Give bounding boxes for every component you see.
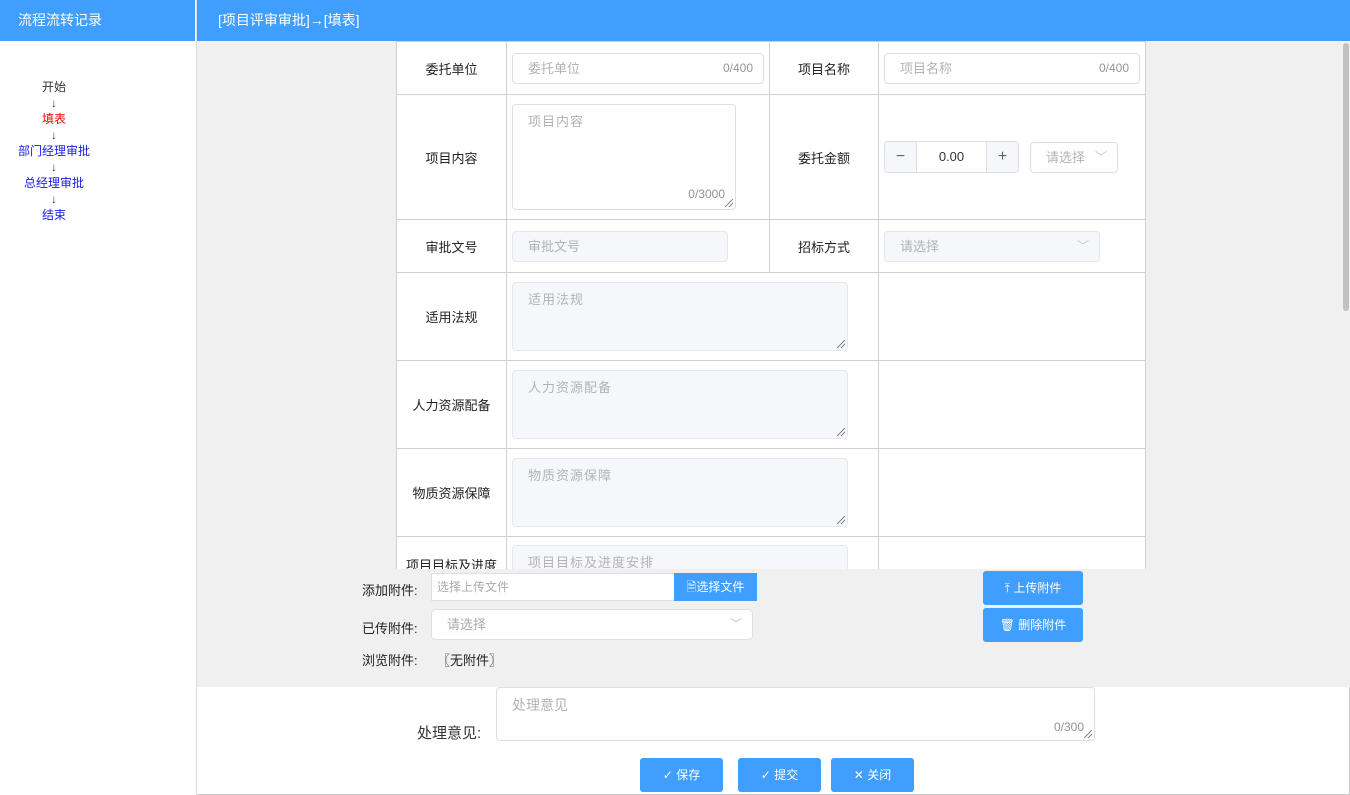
delete-attachment-button[interactable]: 🗑 删除附件: [983, 608, 1083, 642]
flow-step-start: 开始: [41, 80, 66, 94]
upload-icon: ⤒: [1004, 581, 1010, 595]
save-label: 保存: [676, 768, 701, 782]
check-icon: ✓: [662, 768, 673, 782]
placeholder-text: 请选择: [447, 617, 487, 632]
placeholder-text: 审批文号: [528, 238, 581, 254]
down-arrow-icon: ↓: [51, 160, 57, 174]
file-icon: 🗎: [686, 580, 697, 594]
resize-grip-icon[interactable]: [1084, 730, 1092, 738]
amount-stepper[interactable]: − 0.00 +: [884, 141, 1019, 173]
placeholder-text: 人力资源配备: [528, 380, 613, 395]
close-icon: ✕: [853, 768, 864, 782]
close-label: 关闭: [867, 768, 892, 782]
upload-attachment-button[interactable]: ⤒ 上传附件: [983, 571, 1083, 605]
regulations-textarea[interactable]: 适用法规: [512, 282, 848, 351]
browse-attachment-label: 浏览附件:: [362, 653, 418, 668]
sidebar: 流程流转记录 开始 ↓ 填表 ↓ 部门经理审批 ↓ 总经理审批 ↓ 结束: [0, 0, 197, 795]
opinion-label: 处理意见:: [417, 725, 482, 742]
file-input[interactable]: 选择上传文件: [431, 573, 675, 601]
placeholder-text: 请选择: [900, 238, 940, 254]
page-title: [项目评审审批]→[填表]: [197, 0, 1350, 41]
project-content-label: 项目内容: [396, 94, 507, 220]
resize-grip-icon[interactable]: [837, 428, 845, 436]
placeholder-text: 处理意见: [512, 697, 568, 713]
browse-attachment-value: 〖无附件〗: [437, 653, 503, 668]
resize-grip-icon[interactable]: [725, 199, 733, 207]
sidebar-title: 流程流转记录: [0, 0, 196, 41]
amount-label: 委托金额: [769, 94, 879, 220]
regulations-label: 适用法规: [396, 272, 507, 361]
flow-step-general-manager: 总经理审批: [23, 176, 84, 190]
attachments-panel: 添加附件: 选择上传文件 🗎选择文件 已传附件: 请选择 ﹀ 浏览附件: 〖无附…: [197, 569, 1350, 687]
minus-button[interactable]: −: [885, 142, 917, 172]
approval-no-input[interactable]: 审批文号: [512, 230, 728, 262]
char-count: 0/3000: [688, 187, 725, 201]
project-name-input[interactable]: 项目名称 0/400: [884, 52, 1140, 84]
chevron-down-icon: ﹀: [1076, 238, 1089, 253]
submit-button[interactable]: ✓ 提交: [738, 758, 821, 792]
add-attachment-label: 添加附件:: [362, 583, 418, 598]
client-unit-label: 委托单位: [396, 41, 507, 95]
char-count: 0/400: [1098, 60, 1129, 75]
resize-grip-icon[interactable]: [837, 340, 845, 348]
choose-file-label: 选择文件: [696, 580, 745, 594]
chevron-down-icon: ﹀: [1094, 149, 1107, 164]
upload-attachment-label: 上传附件: [1013, 581, 1062, 595]
form-table: 委托单位 委托单位 0/400 项目名称 项目名称 0/400 项目内容 项目内…: [396, 41, 1146, 569]
down-arrow-icon: ↓: [51, 192, 57, 206]
main-panel: [项目评审审批]→[填表] 委托单位 委托单位 0/400 项目名称 项目名称: [197, 0, 1350, 795]
uploaded-attachment-label: 已传附件:: [362, 621, 418, 636]
down-arrow-icon: ↓: [51, 128, 57, 142]
scrollbar-thumb[interactable]: [1343, 43, 1349, 311]
form-scroll-area: 委托单位 委托单位 0/400 项目名称 项目名称 0/400 项目内容 项目内…: [197, 41, 1342, 569]
opinion-textarea[interactable]: 处理意见 0/300: [496, 687, 1095, 741]
placeholder-text: 项目目标及进度安排: [528, 555, 655, 569]
placeholder-text: 物质资源保障: [528, 468, 613, 483]
bidding-method-label: 招标方式: [769, 219, 879, 273]
placeholder-text: 适用法规: [528, 292, 585, 307]
scrollbar[interactable]: [1342, 41, 1350, 569]
submit-label: 提交: [774, 768, 799, 782]
delete-attachment-label: 删除附件: [1018, 618, 1067, 632]
goals-textarea[interactable]: 项目目标及进度安排: [512, 545, 848, 569]
amount-value[interactable]: 0.00: [917, 142, 986, 172]
placeholder-text: 项目内容: [528, 114, 585, 129]
goals-label: 项目目标及进度: [396, 536, 507, 569]
amount-unit-select[interactable]: 请选择 ﹀: [1030, 141, 1118, 173]
plus-button[interactable]: +: [986, 142, 1018, 172]
flow-step-fill-form: 填表: [41, 112, 66, 126]
placeholder-text: 请选择: [1046, 149, 1086, 165]
resize-grip-icon[interactable]: [837, 516, 845, 524]
approval-no-label: 审批文号: [396, 219, 507, 273]
hr-textarea[interactable]: 人力资源配备: [512, 370, 848, 439]
trash-icon: 🗑: [999, 618, 1015, 632]
placeholder-text: 项目名称: [900, 60, 953, 76]
project-content-textarea[interactable]: 项目内容 0/3000: [512, 104, 736, 210]
flow-step-end: 结束: [41, 208, 66, 222]
down-arrow-icon: ↓: [51, 96, 57, 110]
hr-label: 人力资源配备: [396, 360, 507, 449]
close-button[interactable]: ✕ 关闭: [831, 758, 914, 792]
check-icon: ✓: [760, 768, 771, 782]
placeholder-text: 委托单位: [528, 60, 581, 76]
client-unit-input[interactable]: 委托单位 0/400: [512, 52, 764, 84]
choose-file-button[interactable]: 🗎选择文件: [674, 573, 757, 601]
flow-step-dept-manager: 部门经理审批: [17, 144, 90, 158]
material-label: 物质资源保障: [396, 448, 507, 537]
flow-steps: 开始 ↓ 填表 ↓ 部门经理审批 ↓ 总经理审批 ↓ 结束: [0, 80, 108, 222]
chevron-down-icon: ﹀: [729, 617, 742, 631]
uploaded-attachment-select[interactable]: 请选择 ﹀: [431, 609, 753, 640]
project-name-label: 项目名称: [769, 41, 879, 95]
bidding-method-select[interactable]: 请选择 ﹀: [884, 230, 1100, 262]
save-button[interactable]: ✓ 保存: [640, 758, 723, 792]
material-textarea[interactable]: 物质资源保障: [512, 458, 848, 527]
char-count: 0/300: [1053, 720, 1084, 734]
char-count: 0/400: [722, 60, 753, 75]
